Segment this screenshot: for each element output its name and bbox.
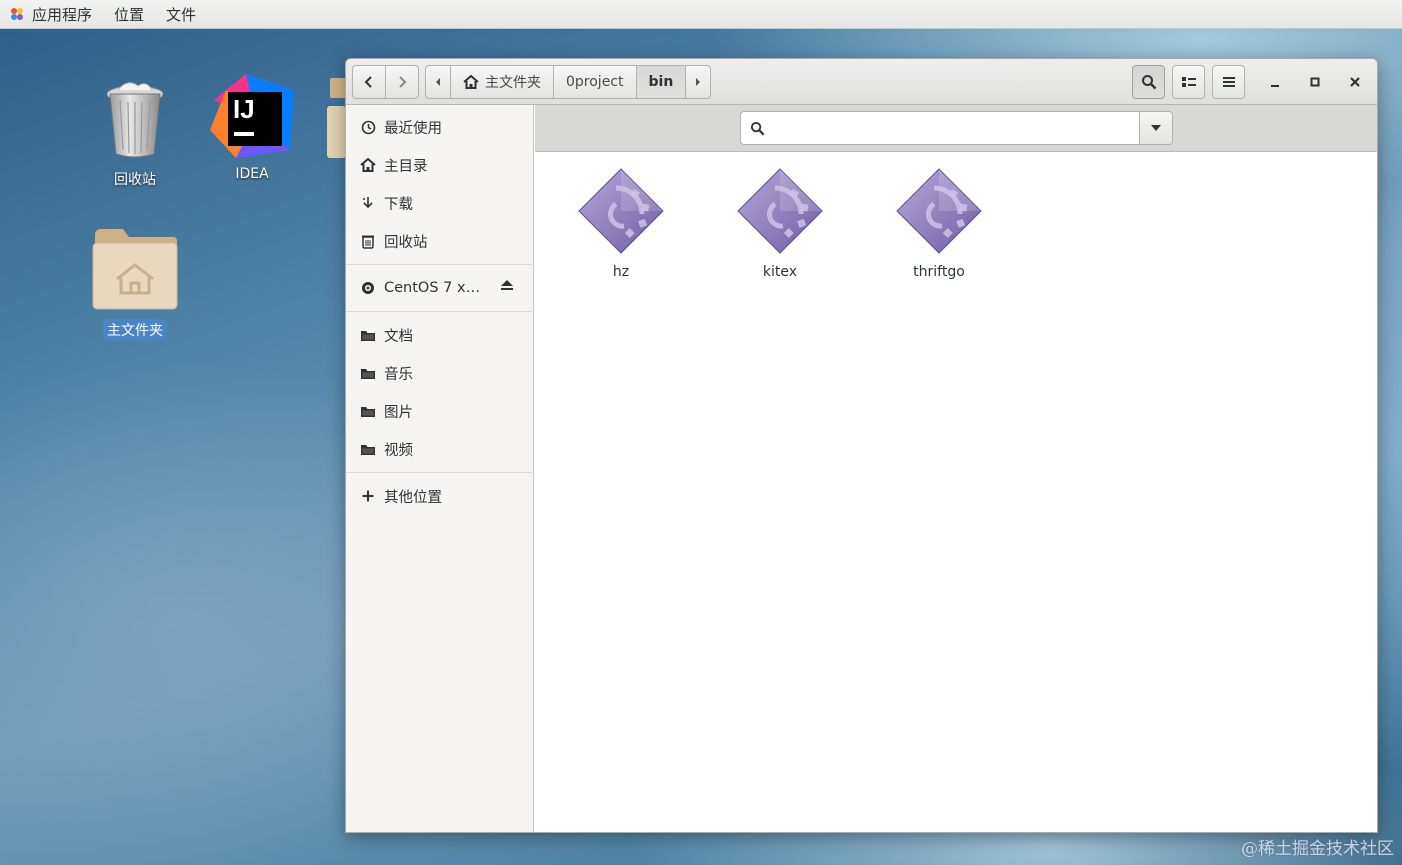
watermark: @稀土掘金技术社区 [1241,839,1394,859]
sidebar-item-recent[interactable]: 最近使用 [346,108,534,146]
desktop-icon-label: 回收站 [114,172,156,188]
sidebar: 最近使用 主目录 下载 回收站 CentOS 7 x… 文档 音乐 图片 视频 … [346,105,534,832]
sidebar-item-label: 视频 [384,442,413,459]
file-manager-window: 主文件夹 0project bin 最近使用 主目录 下载 回收站 CentOS… [345,58,1378,833]
intellij-idea-icon: IJ [210,74,294,158]
path-scroll-right-button[interactable] [686,65,712,99]
folder-icon [359,326,377,344]
sidebar-item-label: 下载 [384,196,413,213]
download-icon [359,194,377,212]
header-bar: 主文件夹 0project bin [346,59,1377,105]
close-icon [1350,77,1360,87]
sidebar-item-label: 最近使用 [384,120,442,137]
folder-icon [359,364,377,382]
search-field[interactable] [740,111,1140,145]
search-icon [1141,75,1156,90]
sidebar-item-label: 主目录 [384,158,428,175]
home-folder-icon [92,229,178,310]
trash-icon [359,232,377,250]
path-segment-label: 主文件夹 [485,75,541,91]
search-toggle-button[interactable] [1132,65,1165,99]
sidebar-item-label: 图片 [384,404,413,421]
path-segment-bin[interactable]: bin [636,65,687,99]
home-icon [359,156,377,174]
sidebar-item-label: 文档 [384,328,413,345]
sidebar-item-music[interactable]: 音乐 [346,354,534,392]
applications-menu-icon[interactable] [8,5,26,23]
disc-icon [359,279,377,297]
sidebar-item-videos[interactable]: 视频 [346,430,534,468]
arrow-right-icon [696,78,701,86]
folder-icon [359,402,377,420]
file-item-thriftgo[interactable]: thriftgo [879,166,999,280]
view-mode-button[interactable] [1172,65,1205,99]
menu-places[interactable]: 位置 [114,4,144,25]
eject-icon[interactable] [500,279,514,291]
search-icon [750,121,765,135]
desktop-icon-home-folder[interactable]: 主文件夹 [85,225,185,341]
desktop-icon-label: 主文件夹 [103,319,167,341]
menu-applications[interactable]: 应用程序 [32,4,92,25]
search-bar [535,105,1377,152]
sidebar-item-label: 音乐 [384,366,413,383]
file-view: hz kitex thriftgo [535,152,1377,832]
sidebar-item-home[interactable]: 主目录 [346,146,534,184]
svg-text:IJ: IJ [233,94,255,124]
minimize-icon [1271,85,1279,87]
menu-files[interactable]: 文件 [166,4,196,25]
file-item-kitex[interactable]: kitex [720,166,840,280]
file-name: thriftgo [913,264,965,280]
path-segment-0project[interactable]: 0project [554,65,637,99]
minimize-button[interactable] [1258,65,1292,99]
back-button[interactable] [352,65,386,99]
navigation-buttons [352,65,419,99]
chevron-left-icon [364,76,372,88]
path-segment-home[interactable]: 主文件夹 [451,65,554,99]
menu-button[interactable] [1212,65,1245,99]
sidebar-item-documents[interactable]: 文档 [346,316,534,354]
maximize-icon [1310,77,1320,87]
sidebar-item-centos-disc[interactable]: CentOS 7 x… [346,269,534,307]
file-item-hz[interactable]: hz [561,166,681,280]
executable-icon [578,168,664,254]
close-button[interactable] [1338,65,1372,99]
chevron-down-icon [1151,125,1161,131]
folder-icon [359,440,377,458]
sidebar-item-downloads[interactable]: 下载 [346,184,534,222]
file-name: hz [612,264,630,280]
sidebar-item-trash[interactable]: 回收站 [346,222,534,260]
search-options-dropdown[interactable] [1139,111,1173,145]
sidebar-separator [346,472,534,473]
clock-icon [359,118,377,136]
home-icon [463,75,479,89]
sidebar-item-label: 回收站 [384,234,428,251]
desktop-icon-trash[interactable]: 回收站 [85,76,185,190]
sidebar-item-other-locations[interactable]: 其他位置 [346,477,534,515]
path-segment-label: 0project [566,74,624,90]
executable-icon [896,168,982,254]
top-panel: 应用程序 位置 文件 [0,0,1402,29]
file-name: kitex [762,264,798,280]
desktop-icon-label: IDEA [235,166,269,182]
chevron-right-icon [399,76,407,88]
desktop-icon-idea[interactable]: IJ IDEA [202,70,302,183]
sidebar-item-pictures[interactable]: 图片 [346,392,534,430]
trash-icon [106,82,164,158]
maximize-button[interactable] [1298,65,1332,99]
hamburger-menu-icon [1222,77,1235,87]
search-input[interactable] [773,120,1113,136]
sidebar-separator [346,264,534,265]
sidebar-separator [346,311,534,312]
plus-icon [359,487,377,505]
list-view-icon [1181,77,1196,87]
hidden-desktop-folder [326,78,346,158]
arrow-left-icon [436,78,440,86]
forward-button[interactable] [385,65,419,99]
path-segment-label: bin [648,74,674,90]
sidebar-item-label: CentOS 7 x… [384,280,481,296]
sidebar-item-label: 其他位置 [384,489,442,506]
path-bar: 主文件夹 0project bin [425,65,712,99]
executable-icon [737,168,823,254]
path-scroll-left-button[interactable] [425,65,451,99]
